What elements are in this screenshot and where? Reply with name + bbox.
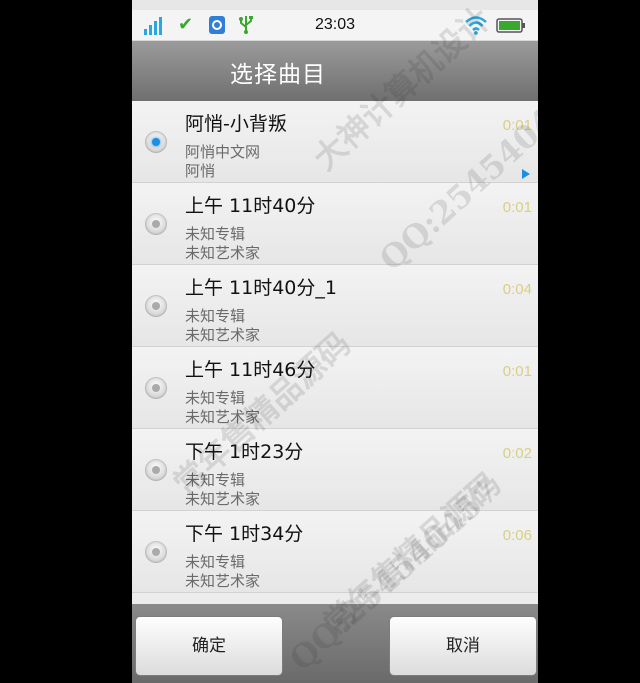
song-list[interactable]: 阿悄-小背叛 阿悄中文网 阿悄 0:01 上午 11时40分 未知专辑 未知艺术… <box>132 101 538 604</box>
song-artist: 未知艺术家 <box>185 408 261 426</box>
song-artist: 未知艺术家 <box>185 326 261 344</box>
radio-button[interactable] <box>145 459 167 481</box>
song-title: 阿悄-小背叛 <box>185 113 287 135</box>
song-artist: 未知艺术家 <box>185 572 261 590</box>
song-title: 上午 11时46分 <box>185 359 316 381</box>
song-album: 未知专辑 <box>185 389 246 407</box>
radio-button[interactable] <box>145 213 167 235</box>
song-artist: 阿悄 <box>185 162 216 180</box>
song-row[interactable]: 上午 11时40分_1 未知专辑 未知艺术家 0:04 <box>132 265 538 347</box>
song-album: 未知专辑 <box>185 307 246 325</box>
song-row[interactable]: 下午 1时23分 未知专辑 未知艺术家 0:02 <box>132 429 538 511</box>
song-duration: 0:02 <box>502 445 532 462</box>
bottom-action-bar: 确定 取消 <box>132 604 538 683</box>
song-title: 下午 1时34分 <box>185 523 304 545</box>
wifi-icon <box>464 15 488 35</box>
song-album: 阿悄中文网 <box>185 143 261 161</box>
song-album: 未知专辑 <box>185 225 246 243</box>
song-duration: 0:04 <box>502 281 532 298</box>
song-duration: 0:01 <box>502 117 532 134</box>
song-duration: 0:01 <box>502 199 532 216</box>
song-title: 下午 1时23分 <box>185 441 304 463</box>
song-album: 未知专辑 <box>185 553 246 571</box>
play-arrow-icon <box>522 169 530 179</box>
song-row[interactable]: 上午 11时46分 未知专辑 未知艺术家 0:01 <box>132 347 538 429</box>
title-bar: 选择曲目 <box>132 41 538 101</box>
ok-button[interactable]: 确定 <box>135 616 283 676</box>
cancel-button[interactable]: 取消 <box>389 616 537 676</box>
song-row[interactable]: 下午 1时34分 未知专辑 未知艺术家 0:06 <box>132 511 538 593</box>
battery-icon <box>496 15 526 35</box>
song-artist: 未知艺术家 <box>185 244 261 262</box>
page-title: 选择曲目 <box>230 62 326 88</box>
radio-button[interactable] <box>145 541 167 563</box>
song-title: 上午 11时40分 <box>185 195 316 217</box>
song-duration: 0:01 <box>502 363 532 380</box>
radio-button[interactable] <box>145 377 167 399</box>
status-bar: ✔ 23:03 <box>132 10 538 41</box>
radio-button[interactable] <box>145 295 167 317</box>
song-row[interactable]: 阿悄-小背叛 阿悄中文网 阿悄 0:01 <box>132 101 538 183</box>
song-row[interactable]: 上午 11时40分 未知专辑 未知艺术家 0:01 <box>132 183 538 265</box>
song-album: 未知专辑 <box>185 471 246 489</box>
song-artist: 未知艺术家 <box>185 490 261 508</box>
phone-screen: ✔ 23:03 选择曲目 阿悄-小背叛 阿悄中文网 阿悄 0:01 上午 11时… <box>132 0 538 683</box>
song-duration: 0:06 <box>502 527 532 544</box>
radio-button[interactable] <box>145 131 167 153</box>
song-title: 上午 11时40分_1 <box>185 277 337 299</box>
